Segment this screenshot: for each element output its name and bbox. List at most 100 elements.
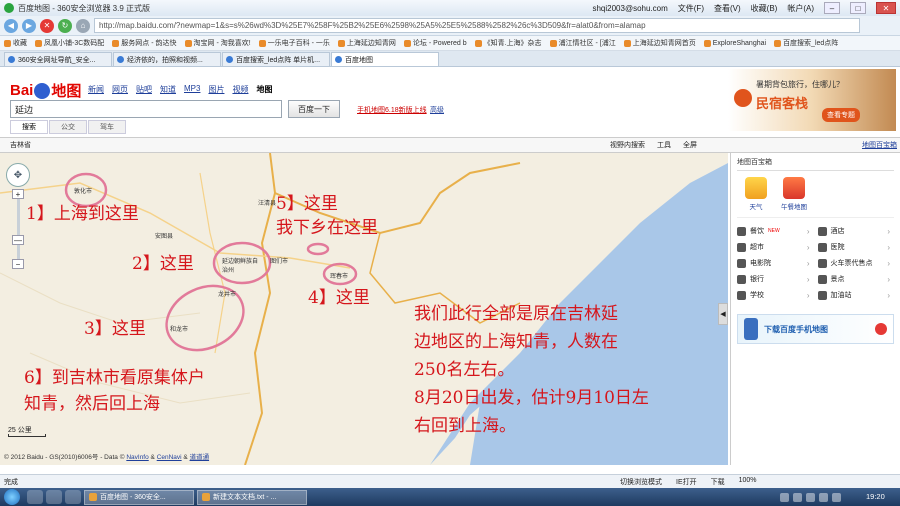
zoom-in-button[interactable]: +	[12, 189, 24, 199]
user-account[interactable]: shqi2003@sohu.com	[592, 4, 667, 13]
collapse-sidebar-icon[interactable]: ◀	[718, 303, 728, 325]
place-dunhua[interactable]: 敦化市	[74, 186, 92, 195]
favorite-item[interactable]: 一乐电子百科 - 一乐	[258, 38, 330, 48]
place-helong[interactable]: 和龙市	[170, 324, 188, 333]
nav-images[interactable]: 图片	[208, 84, 224, 95]
close-button[interactable]: ✕	[876, 2, 896, 14]
tray-icon[interactable]	[793, 492, 802, 502]
category-hotel[interactable]: 酒店 ›	[817, 226, 895, 236]
nav-tieba[interactable]: 贴吧	[136, 84, 152, 95]
favorite-item[interactable]: 服务网点 - 韵达快	[112, 38, 177, 48]
volume-icon[interactable]	[819, 492, 828, 502]
place-wangqing[interactable]: 汪清县	[258, 198, 276, 207]
tab-360-nav[interactable]: 360安全网址导航_安全...	[4, 52, 112, 66]
favorite-item[interactable]: 淘宝网 - 淘我喜欢!	[184, 38, 251, 48]
zoom-out-button[interactable]: −	[12, 259, 24, 269]
tab-drive[interactable]: 驾车	[88, 120, 126, 134]
taskbar-clock[interactable]: 19:20	[866, 492, 885, 501]
category-dining[interactable]: 餐饮 NEW ›	[737, 226, 814, 236]
favorite-item[interactable]: 百度搜索_led点阵	[774, 38, 838, 48]
explorer-taskbar-icon[interactable]	[46, 490, 62, 504]
address-bar[interactable]: http://map.baidu.com/?newmap=1&s=s%26wd%…	[94, 18, 860, 33]
tab-baidu-map[interactable]: 百度地图	[331, 52, 439, 66]
media-taskbar-icon[interactable]	[65, 490, 81, 504]
start-button-icon[interactable]	[4, 489, 20, 505]
place-yanbian[interactable]: 延边朝鲜族自治州	[222, 256, 262, 274]
category-cinema[interactable]: 电影院 ›	[737, 258, 814, 268]
category-attraction[interactable]: 景点 ›	[817, 274, 895, 284]
place-antu[interactable]: 安图县	[155, 231, 173, 240]
nav-zhidao[interactable]: 知道	[160, 84, 176, 95]
nav-web[interactable]: 网页	[112, 84, 128, 95]
mobile-map-download-banner[interactable]: 下载百度手机地图	[737, 314, 894, 344]
back-icon[interactable]: ◀	[4, 18, 18, 33]
category-supermarket[interactable]: 超市 ›	[737, 242, 814, 252]
favorite-item[interactable]: 收藏	[4, 38, 27, 48]
menu-file[interactable]: 文件(F)	[678, 3, 704, 14]
favorite-item[interactable]: 上海延边知青网	[337, 38, 396, 48]
minimize-button[interactable]: –	[824, 2, 840, 14]
network-icon[interactable]	[832, 492, 841, 502]
category-bank[interactable]: 银行 ›	[737, 274, 814, 284]
advanced-search-link[interactable]: 高级	[430, 105, 444, 115]
category-hospital[interactable]: 医院 ›	[817, 242, 895, 252]
tab-search[interactable]: 搜索	[10, 120, 48, 134]
fullscreen-button[interactable]: 全屏	[683, 140, 697, 150]
menu-account[interactable]: 帐户(A)	[787, 3, 814, 14]
search-input[interactable]: 延边	[10, 100, 282, 118]
zoom-level[interactable]: 100%	[739, 477, 757, 487]
region-selector[interactable]: 吉林省	[10, 140, 31, 150]
downloads-button[interactable]: 下载	[711, 477, 725, 487]
hostel-ad-banner[interactable]: 暑期背包旅行，住哪儿？ 民宿客栈 查看专题	[728, 69, 896, 131]
maximize-button[interactable]: □	[850, 2, 866, 14]
cennavi-link[interactable]: CenNavi	[157, 454, 182, 461]
taskbar-task-browser[interactable]: 百度地图 - 360安全...	[84, 489, 194, 505]
search-button[interactable]: 百度一下	[288, 100, 340, 118]
category-school[interactable]: 学校 ›	[737, 290, 814, 300]
place-hunchun[interactable]: 珲春市	[330, 271, 348, 280]
ad-view-button[interactable]: 查看专题	[822, 108, 860, 122]
favorite-item[interactable]: ExploreShanghai	[703, 39, 766, 47]
place-tumen[interactable]: 图们市	[270, 256, 288, 265]
nav-news[interactable]: 新闻	[88, 84, 104, 95]
weather-tool[interactable]: 天气	[745, 177, 767, 211]
zoom-slider-track[interactable]	[17, 189, 20, 267]
favorite-item[interactable]: 《知青.上海》杂志	[474, 38, 542, 48]
nav-mp3[interactable]: MP3	[184, 84, 200, 95]
forward-icon[interactable]: ▶	[22, 18, 36, 33]
taskbar-task-notepad[interactable]: 新建文本文档.txt - ...	[197, 489, 307, 505]
favorite-item[interactable]: 凤凰小铺-3C数码配	[35, 38, 104, 48]
menu-view[interactable]: 查看(V)	[714, 3, 741, 14]
pan-control-icon[interactable]: ✥	[6, 163, 30, 187]
stop-icon[interactable]: ✕	[40, 18, 54, 33]
tab-baidu-search[interactable]: 百度搜索_led点阵 单片机...	[222, 52, 330, 66]
navinfo-link[interactable]: NavInfo	[126, 454, 148, 461]
map-pin-icon	[875, 323, 887, 335]
tray-icon[interactable]	[806, 492, 815, 502]
toolbox-link[interactable]: 地图百宝箱	[862, 140, 897, 150]
baidu-map-logo[interactable]: Bai 地图	[10, 80, 81, 101]
home-icon[interactable]: ⌂	[76, 18, 90, 33]
map-canvas[interactable]: 敦化市 安图县 汪清县 图们市 延边朝鲜族自治州 珲春市 龙井市 和龙市 1】上…	[0, 153, 728, 465]
tray-icon[interactable]	[780, 492, 789, 502]
nav-video[interactable]: 视频	[232, 84, 248, 95]
category-gas-station[interactable]: 加油站 ›	[817, 290, 895, 300]
switch-mode-button[interactable]: 切换浏览模式	[620, 477, 662, 487]
tab-bus[interactable]: 公交	[49, 120, 87, 134]
place-longjing[interactable]: 龙井市	[218, 289, 236, 298]
mobile-map-promo-link[interactable]: 手机地图6.18新版上线	[357, 105, 427, 115]
open-in-ie-button[interactable]: IE打开	[676, 477, 697, 487]
zoom-slider-handle[interactable]: —	[12, 235, 24, 245]
ie-taskbar-icon[interactable]	[27, 490, 43, 504]
refresh-icon[interactable]: ↻	[58, 18, 72, 33]
search-in-view-button[interactable]: 视野内搜索	[610, 140, 645, 150]
menu-favorites[interactable]: 收藏(B)	[751, 3, 778, 14]
category-train-ticket[interactable]: 火车票代售点 ›	[817, 258, 895, 268]
tab-photo-video[interactable]: 经济依的，拍照和视频...	[113, 52, 221, 66]
favorite-item[interactable]: 浦江情社区 - [浦江	[549, 38, 616, 48]
favorite-item[interactable]: 论坛 - Powered b	[403, 38, 467, 48]
daodaotong-link[interactable]: 道道通	[190, 454, 210, 461]
lunch-map-tool[interactable]: 午餐地图	[781, 177, 807, 211]
tools-menu-button[interactable]: 工具	[657, 140, 671, 150]
favorite-item[interactable]: 上海延边知青网首页	[623, 38, 696, 48]
